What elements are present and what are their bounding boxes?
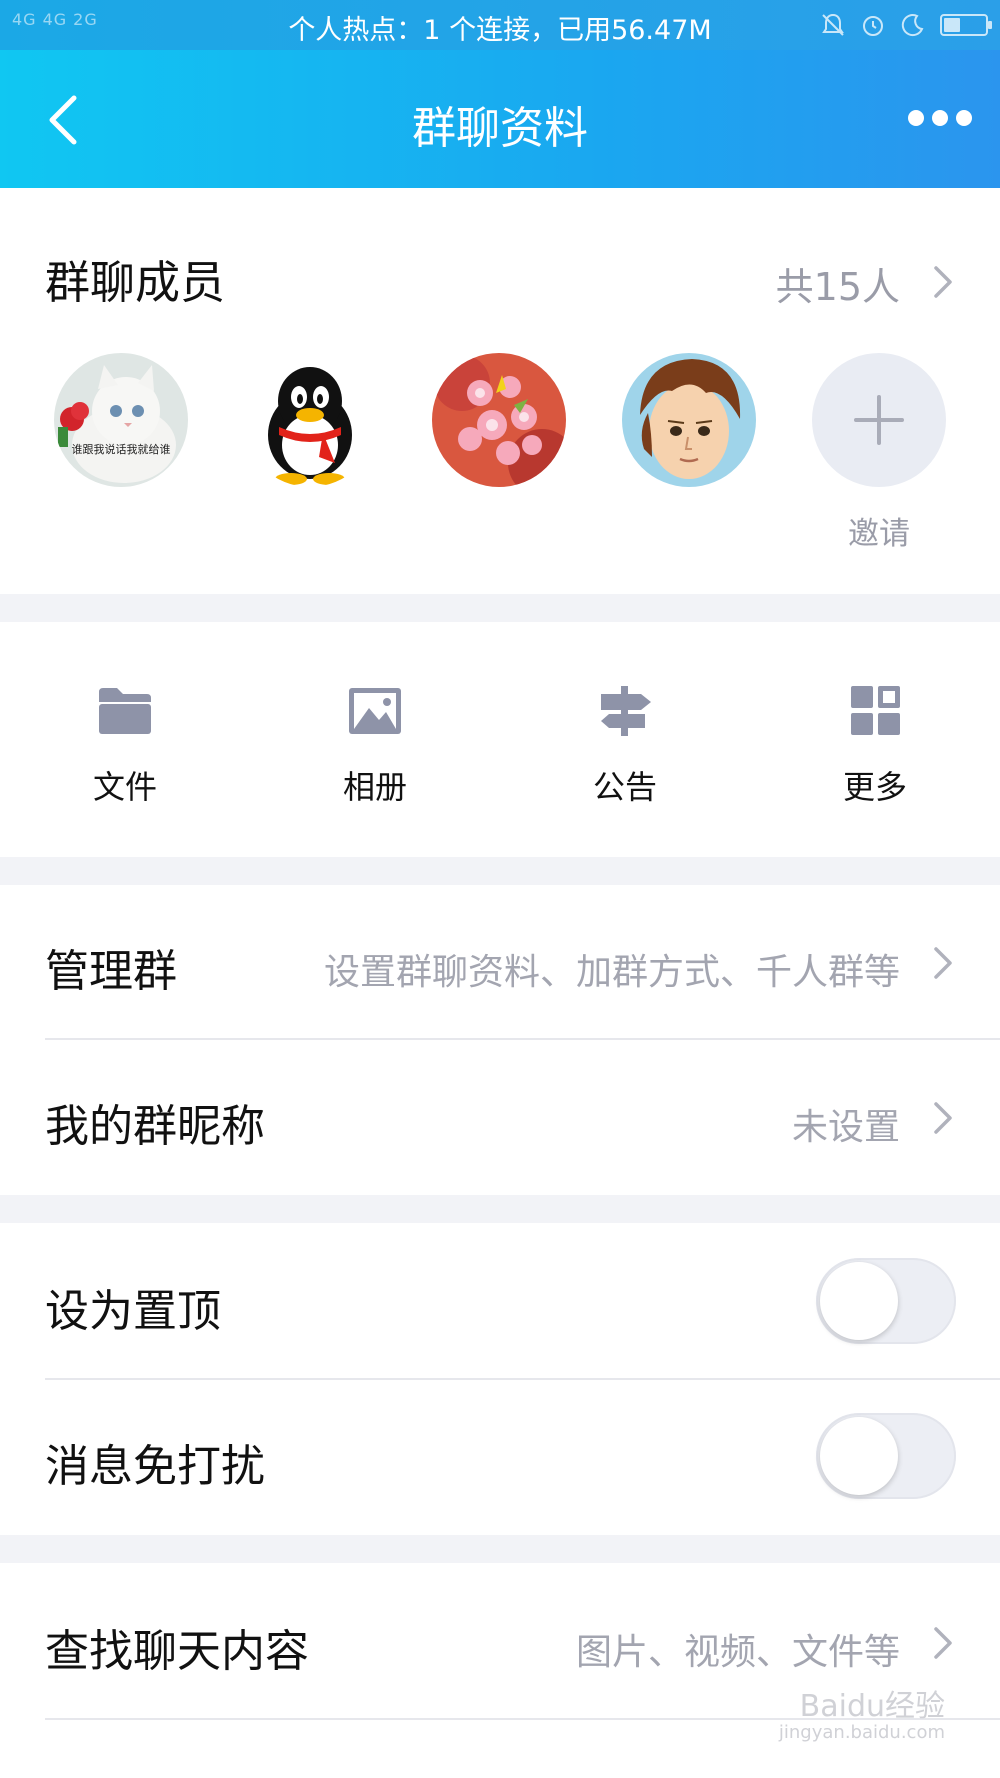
chevron-right-icon [934,947,952,979]
pin-to-top-label: 设为置顶 [45,1286,221,1337]
member-avatar-cartoon-boy[interactable] [622,353,756,487]
do-not-disturb-row: 消息免打扰 [0,1380,1000,1535]
group-nickname-row[interactable]: 我的群昵称 未设置 [0,1040,1000,1195]
member-avatar-penguin[interactable] [243,353,377,487]
battery-icon [940,14,992,36]
chevron-right-icon[interactable] [932,264,954,300]
announcement-label: 公告 [592,768,657,806]
search-chat-label: 查找聊天内容 [45,1626,309,1677]
chevron-right-icon [934,1102,952,1134]
grid-icon [851,686,900,735]
chevron-right-icon [934,1627,952,1659]
page-title: 群聊资料 [412,103,588,154]
baidu-watermark: Baidu经验 jingyan.baidu.com [779,1690,945,1743]
do-not-disturb-label: 消息免打扰 [45,1441,265,1492]
folder-icon [99,688,151,734]
toggle-knob [820,1417,898,1495]
invite-label[interactable]: 邀请 [812,508,946,553]
more-label: 更多 [842,768,907,806]
files-button[interactable]: 文件 [0,622,250,857]
status-bar: 4G 4G 2G 个人热点：1 个连接，已用56.47M [0,0,1000,50]
invite-button[interactable] [812,353,946,487]
manage-group-row[interactable]: 管理群 设置群聊资料、加群方式、千人群等 [0,885,1000,1038]
album-button[interactable]: 相册 [250,622,500,857]
group-nickname-value: 未设置 [791,1107,900,1148]
manage-group-value: 设置群聊资料、加群方式、千人群等 [323,952,900,993]
announcement-button[interactable]: 公告 [500,622,750,857]
do-not-disturb-toggle[interactable] [816,1413,956,1499]
status-icons [820,12,992,38]
manage-group-label: 管理群 [45,946,177,997]
member-count[interactable]: 共15人 [776,256,900,311]
members-section: 群聊成员 共15人 谁跟我说话我就给谁 邀请 [0,188,1000,594]
watermark-url: jingyan.baidu.com [778,1722,945,1743]
album-label: 相册 [342,768,407,806]
group-nickname-label: 我的群昵称 [45,1101,265,1152]
header-bar: 群聊资料 [0,50,1000,188]
search-chat-value: 图片、视频、文件等 [575,1632,900,1673]
files-label: 文件 [92,768,157,806]
toggle-knob [820,1262,898,1340]
watermark-brand: Baidu经验 [799,1689,945,1724]
alarm-icon [863,16,883,36]
bell-muted-icon [822,13,844,36]
members-title: 群聊成员 [45,256,226,309]
more-options-icon[interactable] [908,110,972,126]
more-button[interactable]: 更多 [750,622,1000,857]
plus-icon [854,395,904,445]
member-avatar-flowers[interactable] [432,353,566,487]
moon-icon [901,14,924,37]
tools-section: 文件 相册 公告 更多 [0,622,1000,857]
member-avatar-cat[interactable]: 谁跟我说话我就给谁 [54,353,188,487]
avatar-caption: 谁跟我说话我就给谁 [71,443,171,456]
toggle-section: 设为置顶 消息免打扰 [0,1223,1000,1535]
signpost-icon [601,686,651,736]
photo-icon [349,688,401,734]
group-settings-section: 管理群 设置群聊资料、加群方式、千人群等 我的群昵称 未设置 [0,885,1000,1195]
pin-to-top-row: 设为置顶 [0,1223,1000,1378]
pin-to-top-toggle[interactable] [816,1258,956,1344]
search-section: 查找聊天内容 图片、视频、文件等 [0,1563,1000,1778]
battery-fill [944,18,960,32]
